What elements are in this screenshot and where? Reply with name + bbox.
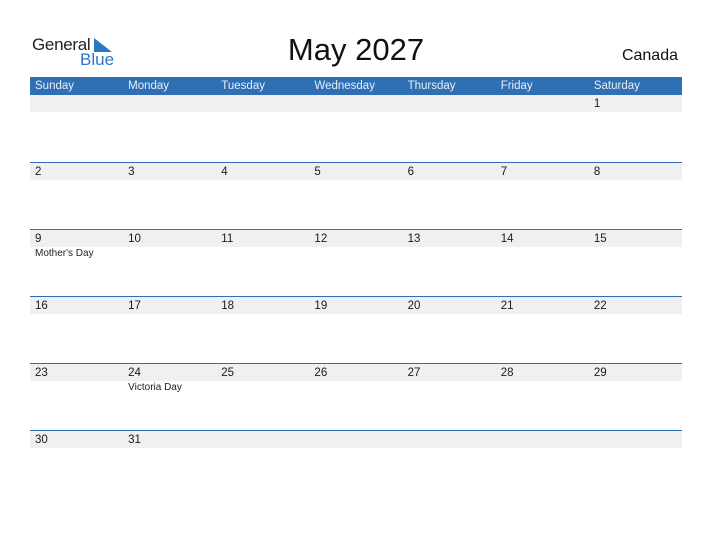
events-row: Mother's Day xyxy=(30,247,682,261)
day-number: 11 xyxy=(221,233,234,245)
week-row: 23 24 25 26 27 28 29 Victoria Day xyxy=(30,363,682,430)
weekday-thursday: Thursday xyxy=(407,80,456,92)
date-band: 1 xyxy=(30,95,682,112)
country-label: Canada xyxy=(621,47,678,64)
date-band: 2 3 4 5 6 7 8 xyxy=(30,163,682,180)
day-number xyxy=(496,431,589,448)
holiday-label xyxy=(30,381,123,395)
weekday-friday: Friday xyxy=(500,80,533,92)
day-number xyxy=(496,95,589,112)
day-number: 31 xyxy=(128,434,141,446)
day-number xyxy=(309,431,402,448)
week-row: 2 3 4 5 6 7 8 xyxy=(30,162,682,229)
weekday-sunday: Sunday xyxy=(35,80,75,92)
holiday-label xyxy=(309,247,402,261)
day-number: 27 xyxy=(407,367,421,379)
date-band: 16 17 18 19 20 21 22 xyxy=(30,297,682,314)
day-number: 14 xyxy=(500,233,514,245)
holiday-label: Mother's Day xyxy=(35,248,94,259)
week-row: 9 10 11 12 13 14 15 Mother's Day xyxy=(30,229,682,296)
day-number: 30 xyxy=(35,434,48,446)
holiday-label xyxy=(589,381,682,395)
day-number xyxy=(403,431,496,448)
day-number xyxy=(123,95,216,112)
day-number: 17 xyxy=(128,300,141,312)
day-number: 2 xyxy=(35,166,42,178)
holiday-label xyxy=(496,247,589,261)
weekday-saturday: Saturday xyxy=(593,80,640,92)
day-number xyxy=(30,95,123,112)
holiday-label xyxy=(216,381,309,395)
day-number: 1 xyxy=(593,98,601,110)
day-number xyxy=(216,95,309,112)
day-number xyxy=(589,431,682,448)
holiday-label: Victoria Day xyxy=(128,382,182,393)
day-number: 3 xyxy=(128,166,135,178)
day-number: 19 xyxy=(314,300,328,312)
week-row: 1 xyxy=(30,95,682,162)
day-number: 24 xyxy=(128,367,141,379)
holiday-label xyxy=(589,247,682,261)
weekday-tuesday: Tuesday xyxy=(221,80,265,92)
day-number: 21 xyxy=(500,300,514,312)
day-number: 6 xyxy=(407,166,414,178)
holiday-label xyxy=(496,381,589,395)
date-band: 30 31 xyxy=(30,431,682,448)
week-row: 30 31 xyxy=(30,430,682,497)
weekday-monday: Monday xyxy=(128,80,170,92)
weekday-header: Sunday Monday Tuesday Wednesday Thursday… xyxy=(30,77,682,95)
day-number xyxy=(216,431,309,448)
weeks-container: 1 2 3 4 5 6 7 8 9 10 11 12 13 14 15 Mother's Day 16 17 18 1… xyxy=(30,95,682,497)
day-number: 22 xyxy=(593,300,607,312)
day-number: 8 xyxy=(593,166,601,178)
day-number xyxy=(309,95,402,112)
day-number: 18 xyxy=(221,300,235,312)
holiday-label xyxy=(403,381,496,395)
day-number: 20 xyxy=(407,300,421,312)
day-number: 25 xyxy=(221,367,235,379)
day-number: 23 xyxy=(35,367,48,379)
holiday-label xyxy=(123,247,216,261)
day-number: 13 xyxy=(407,233,421,245)
week-row: 16 17 18 19 20 21 22 xyxy=(30,296,682,363)
day-number: 15 xyxy=(593,233,607,245)
day-number: 7 xyxy=(500,166,508,178)
events-row: Victoria Day xyxy=(30,381,682,395)
day-number: 28 xyxy=(500,367,514,379)
holiday-label xyxy=(403,247,496,261)
weekday-wednesday: Wednesday xyxy=(314,80,375,92)
calendar-grid: Sunday Monday Tuesday Wednesday Thursday… xyxy=(30,77,682,497)
day-number: 29 xyxy=(593,367,607,379)
day-number: 5 xyxy=(314,166,321,178)
day-number: 12 xyxy=(314,233,328,245)
day-number: 26 xyxy=(314,367,328,379)
date-band: 9 10 11 12 13 14 15 xyxy=(30,230,682,247)
day-number: 10 xyxy=(128,233,141,245)
holiday-label xyxy=(216,247,309,261)
day-number: 16 xyxy=(35,300,48,312)
date-band: 23 24 25 26 27 28 29 xyxy=(30,364,682,381)
day-number xyxy=(403,95,496,112)
holiday-label xyxy=(309,381,402,395)
calendar-title: May 2027 xyxy=(287,32,425,67)
day-number: 4 xyxy=(221,166,228,178)
day-number: 9 xyxy=(35,233,42,245)
